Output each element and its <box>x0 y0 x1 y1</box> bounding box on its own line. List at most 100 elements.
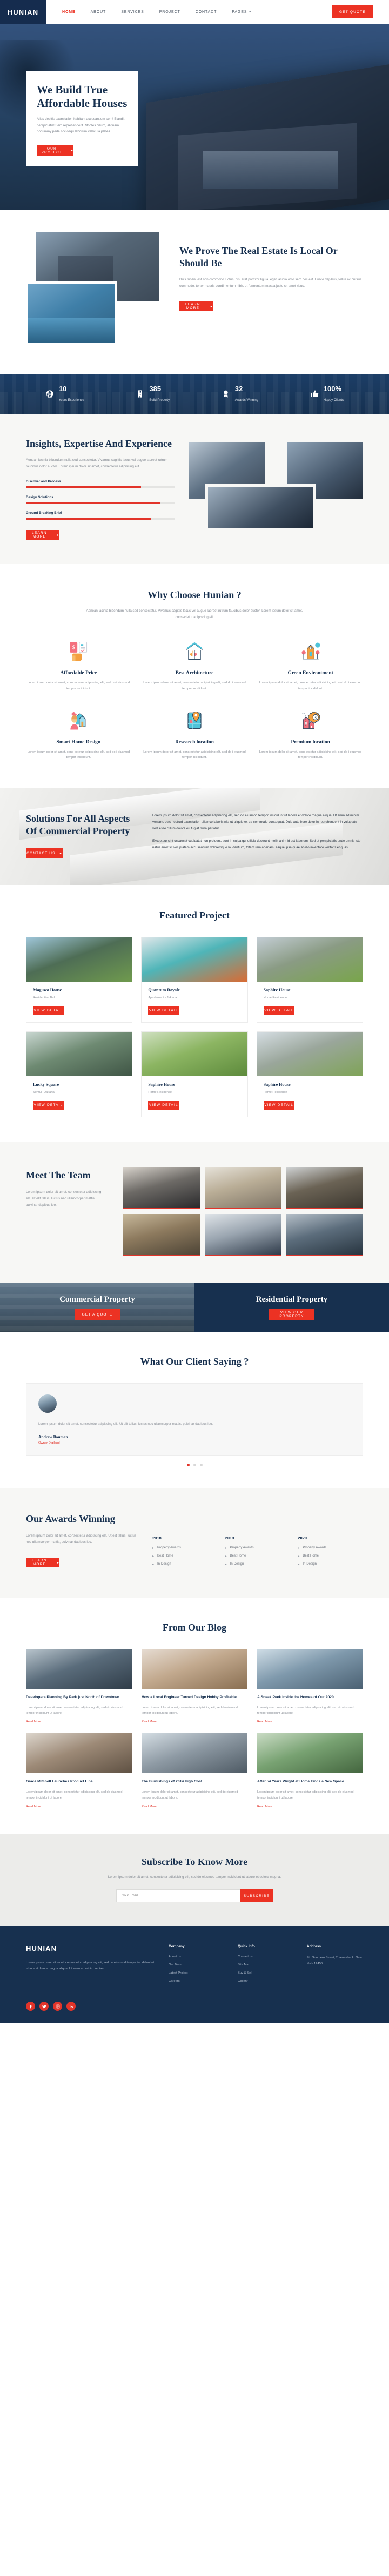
blog-read-more-link[interactable]: Read More <box>142 1805 247 1808</box>
why-card-green-environtment[interactable]: Green Environtment Lorem ipsum dolor sit… <box>258 639 363 692</box>
footer-link-careers[interactable]: Careers <box>169 1980 225 1983</box>
project-card[interactable]: Maguwo House Residential- Bali VIEW DETA… <box>26 937 133 1023</box>
nav-item-project[interactable]: PROJECT <box>159 10 180 14</box>
footer-link-about-us[interactable]: About us <box>169 1955 225 1958</box>
linkedin-icon[interactable] <box>66 2002 76 2011</box>
project-card[interactable]: Lucky Square Sentul - Jakarta VIEW DETAI… <box>26 1031 133 1118</box>
facebook-icon[interactable] <box>26 2002 35 2011</box>
thumbs-up-icon <box>310 390 319 398</box>
team-member-photo[interactable] <box>205 1214 281 1257</box>
blog-post-card[interactable]: How a Local Engineer Turned Design Hobby… <box>142 1648 247 1723</box>
svg-text:$: $ <box>314 715 317 720</box>
blog-read-more-link[interactable]: Read More <box>26 1720 132 1723</box>
instagram-icon[interactable] <box>53 2002 62 2011</box>
hero-cta-button[interactable]: OUR PROJECT ▸ <box>37 145 73 156</box>
residential-property-title: Residential Property <box>256 1295 328 1304</box>
blog-post-image <box>26 1648 132 1689</box>
solutions-contact-button[interactable]: CONTACT US ▸ <box>26 848 63 859</box>
footer-link-buy-sell[interactable]: Buy & Sell <box>238 1971 294 1975</box>
nav-label: SERVICES <box>121 10 144 14</box>
blog-post-card[interactable]: The Furnishings of 2014 High Cost Lorem … <box>142 1733 247 1808</box>
logo[interactable]: HUNIAN <box>0 0 46 24</box>
award-item: ▸ In-Design <box>152 1562 218 1566</box>
insights-learn-more-button[interactable]: LEARN MORE ▸ <box>26 530 59 540</box>
team-member-photo[interactable] <box>286 1167 363 1210</box>
project-name: Maguwo House <box>33 988 62 993</box>
featured-project-section: Featured Project Maguwo House Residentia… <box>0 886 389 1143</box>
blog-post-card[interactable]: After 54 Years Wright at Home Finds a Ne… <box>257 1733 363 1808</box>
featured-project-grid: Maguwo House Residential- Bali VIEW DETA… <box>26 937 363 1118</box>
awards-learn-more-button[interactable]: LEARN MORE ▸ <box>26 1558 59 1568</box>
arrow-right-icon: ▸ <box>57 1561 59 1565</box>
team-member-photo[interactable] <box>123 1214 200 1257</box>
why-card-desc: Lorem ipsum dolor sit amet, cons ectetur… <box>259 681 362 690</box>
footer-link-gallery[interactable]: Gallery <box>238 1980 294 1983</box>
carousel-dot-2[interactable] <box>193 1463 196 1466</box>
insights-cta-label: LEARN MORE <box>32 531 47 539</box>
progress-track <box>26 502 175 505</box>
nav-label: CONTACT <box>195 10 217 14</box>
prove-image-group <box>26 232 165 348</box>
get-quote-button[interactable]: GET QUOTE <box>332 5 373 18</box>
footer-social-links <box>26 1988 363 2023</box>
view-detail-button[interactable]: VIEW DETAIL <box>148 1006 179 1016</box>
project-card[interactable]: Saphire House Home Residence VIEW DETAIL <box>256 1031 363 1118</box>
blog-post-card[interactable]: Developers Planning By Park just North o… <box>26 1648 132 1723</box>
why-card-best-architecture[interactable]: Best Architecture Lorem ipsum dolor sit … <box>142 639 247 692</box>
project-card[interactable]: Saphire House Home Residence VIEW DETAIL <box>141 1031 248 1118</box>
view-detail-button[interactable]: VIEW DETAIL <box>263 1101 294 1110</box>
blog-read-more-link[interactable]: Read More <box>257 1805 363 1808</box>
blog-post-image <box>142 1733 247 1774</box>
view-detail-button[interactable]: VIEW DETAIL <box>263 1006 294 1016</box>
blog-read-more-link[interactable]: Read More <box>257 1720 363 1723</box>
team-member-photo[interactable] <box>205 1167 281 1210</box>
email-input[interactable] <box>116 1889 240 1903</box>
project-card[interactable]: Saphire House Home Residence VIEW DETAIL <box>256 937 363 1023</box>
nav-item-home[interactable]: HOME <box>62 10 76 14</box>
view-our-property-button[interactable]: VIEW OUR PROPERTY <box>269 1309 314 1320</box>
project-card[interactable]: Quantum Royale Apartement - Jakarta VIEW… <box>141 937 248 1023</box>
award-year-label: 2019 <box>225 1535 234 1540</box>
awards-year-2018: 2018 ▸ Property Awards ▸ Best Home ▸ In-Des… <box>152 1535 218 1571</box>
footer-link-our-team[interactable]: Our Team <box>169 1963 225 1967</box>
bullet-icon: ▸ <box>152 1554 155 1558</box>
why-card-research-location[interactable]: Research location Lorem ipsum dolor sit … <box>142 708 247 761</box>
blog-read-more-link[interactable]: Read More <box>142 1720 247 1723</box>
blog-post-card[interactable]: Grace Mitchell Launches Product Line Lor… <box>26 1733 132 1808</box>
view-detail-button[interactable]: VIEW DETAIL <box>148 1101 179 1110</box>
get-a-quote-button[interactable]: GET A QUOTE <box>75 1309 120 1320</box>
view-detail-button[interactable]: VIEW DETAIL <box>33 1101 64 1110</box>
prove-cta-label: LEARN MORE <box>185 303 200 311</box>
subscribe-button[interactable]: SUBSCRIBE <box>240 1889 273 1903</box>
award-item: ▸ Property Awards <box>298 1546 363 1550</box>
subscribe-section: Subscribe To Know More Lorem ipsum dolor… <box>0 1834 389 1927</box>
nav-item-pages[interactable]: PAGES <box>232 10 252 14</box>
twitter-icon[interactable] <box>39 2002 49 2011</box>
property-split-cta: Commercial Property GET A QUOTE Resident… <box>0 1283 389 1332</box>
why-choose-grid: $ Affordable Price Lorem ipsum dolor sit… <box>26 639 363 761</box>
footer-link-contact-us[interactable]: Contact us <box>238 1955 294 1958</box>
progress-discover-and-process: Discover and Process <box>26 480 175 489</box>
arrow-right-icon: ▸ <box>210 305 213 308</box>
gear-money-icon: $ <box>258 708 363 733</box>
award-item-label: Property Awards <box>157 1546 181 1550</box>
footer-link-latest-project[interactable]: Latest Project <box>169 1971 225 1975</box>
carousel-dot-1[interactable] <box>186 1463 190 1466</box>
footer-link-site-map[interactable]: Site Map <box>238 1963 294 1967</box>
blog-post-card[interactable]: A Sneak Peek Inside the Homes of Our 202… <box>257 1648 363 1723</box>
nav-item-about[interactable]: ABOUT <box>91 10 106 14</box>
team-member-photo[interactable] <box>123 1167 200 1210</box>
team-member-photo[interactable] <box>286 1214 363 1257</box>
blog-read-more-link[interactable]: Read More <box>26 1805 132 1808</box>
why-card-smart-home-design[interactable]: Smart Home Design Lorem ipsum dolor sit … <box>26 708 131 761</box>
prove-learn-more-button[interactable]: LEARN MORE ▸ <box>179 301 213 312</box>
carousel-dot-3[interactable] <box>199 1463 203 1466</box>
avatar <box>38 1394 57 1413</box>
view-detail-button[interactable]: VIEW DETAIL <box>33 1006 64 1016</box>
why-card-premium-location[interactable]: $ Premium location Lorem ipsum dolor sit… <box>258 708 363 761</box>
stat-number: 10 <box>58 385 67 393</box>
nav-item-contact[interactable]: CONTACT <box>196 10 217 14</box>
why-card-affordable-price[interactable]: $ Affordable Price Lorem ipsum dolor sit… <box>26 639 131 692</box>
nav-item-services[interactable]: SERVICES <box>121 10 144 14</box>
nav-label: HOME <box>62 10 76 14</box>
